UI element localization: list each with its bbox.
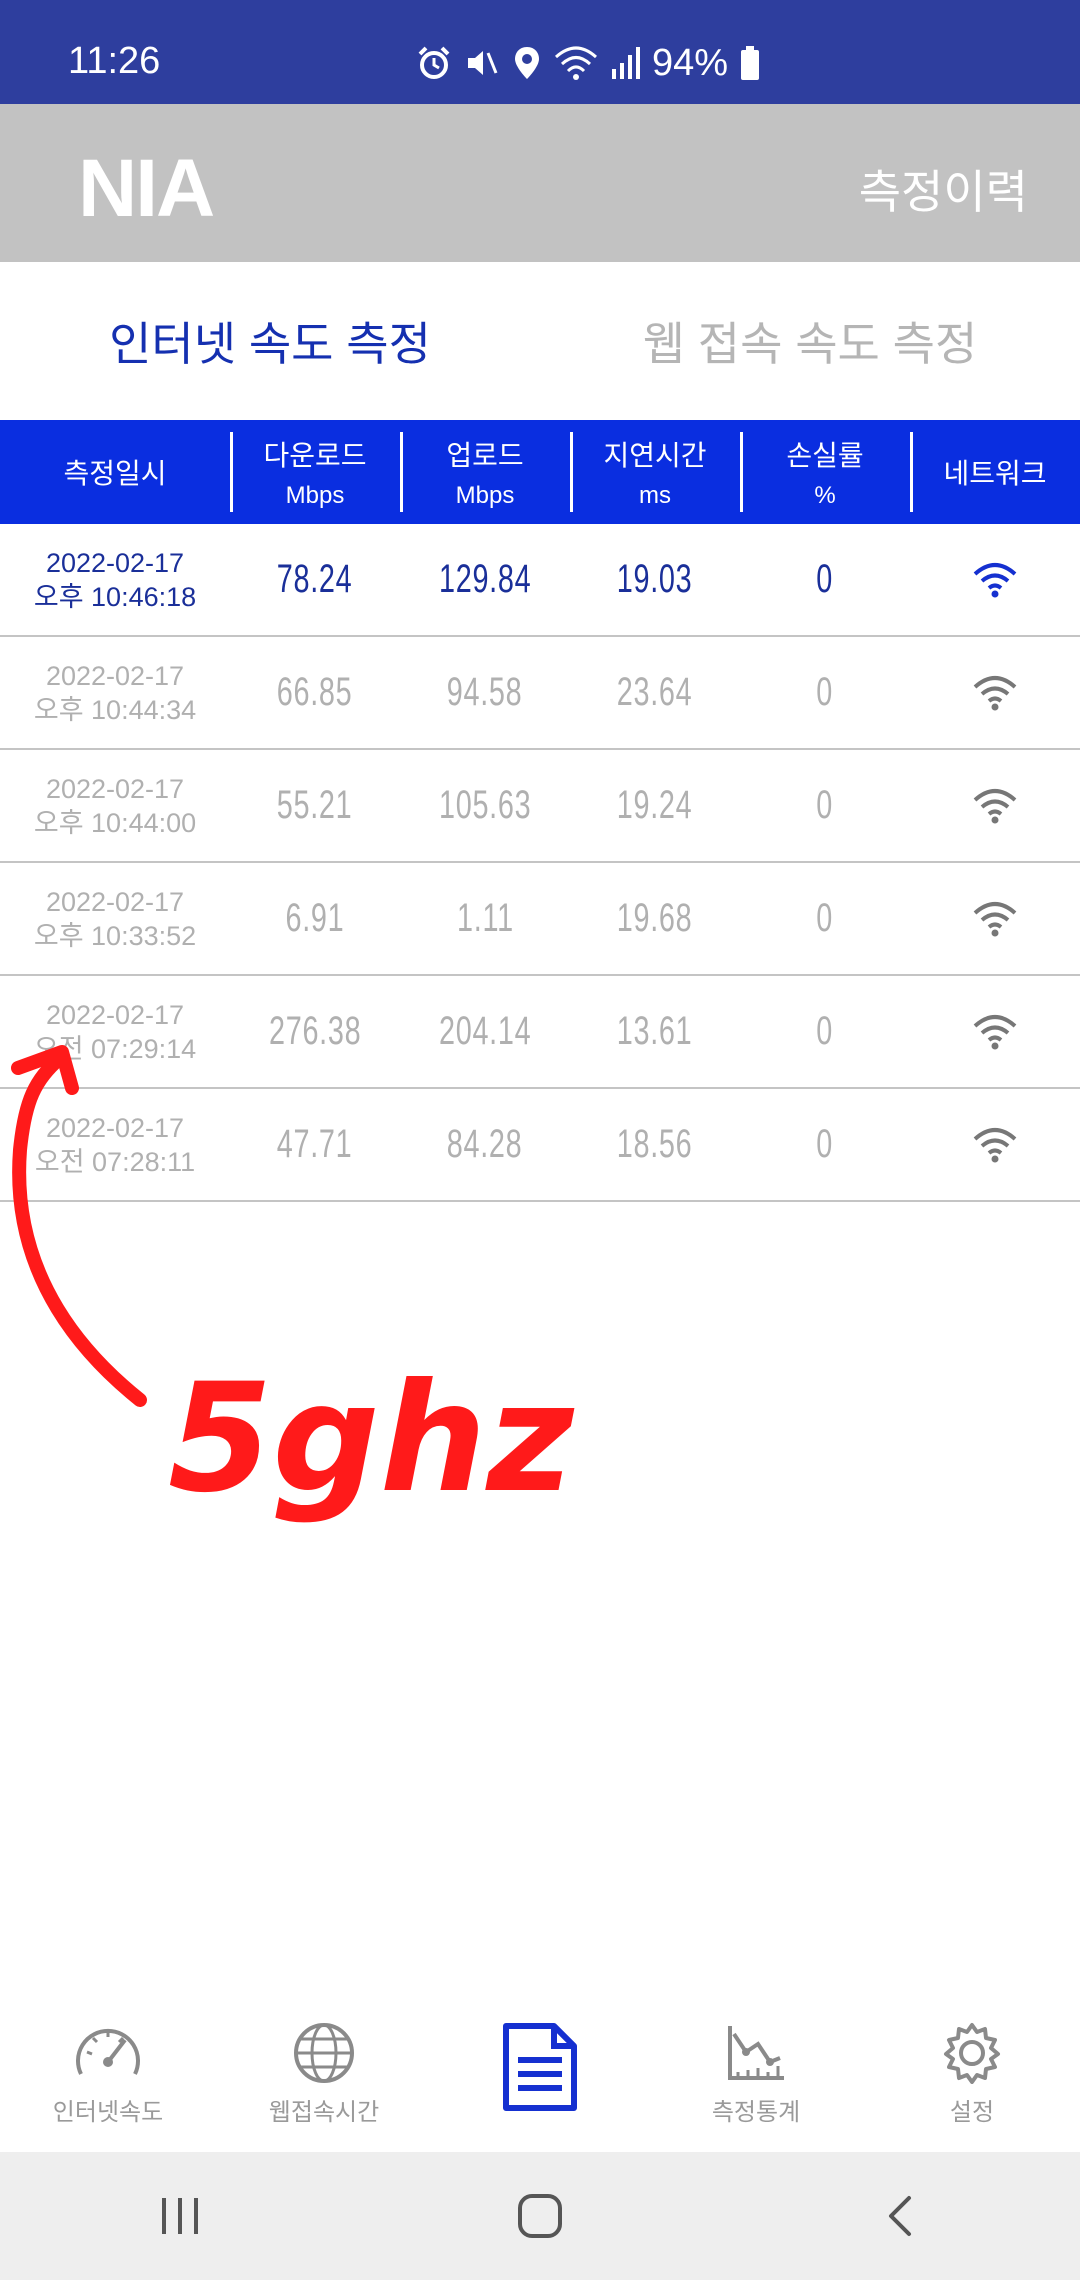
table-row[interactable]: 2022-02-17 오후 10:44:00 55.21 105.63 19.2…	[0, 750, 1080, 863]
row-loss: 0	[816, 896, 834, 940]
bottom-nav: 인터넷속도 웹접속시간 측정통계 설정	[0, 2010, 1080, 2152]
row-network	[910, 750, 1080, 861]
gear-icon	[944, 2023, 1000, 2084]
tab-internet-speed[interactable]: 인터넷 속도 측정	[0, 262, 540, 420]
column-header-upload: 업로드 Mbps	[400, 420, 570, 524]
document-icon	[503, 2023, 577, 2111]
row-latency: 19.24	[617, 783, 693, 827]
nav-label: 인터넷속도	[52, 2099, 164, 2126]
row-network	[910, 1089, 1080, 1200]
row-network	[910, 637, 1080, 748]
signal-icon	[612, 47, 640, 79]
back-button[interactable]	[840, 2176, 960, 2256]
column-header-loss: 손실률 %	[740, 420, 910, 524]
nav-label: 웹접속시간	[268, 2099, 380, 2126]
nav-settings[interactable]: 설정	[864, 2010, 1080, 2152]
page-title: 측정이력	[858, 166, 1028, 218]
row-network	[910, 976, 1080, 1087]
system-nav-bar	[0, 2152, 1080, 2280]
table-row[interactable]: 2022-02-17 오후 10:33:52 6.91 1.11 19.68 0	[0, 863, 1080, 976]
mute-icon	[468, 51, 498, 75]
nav-label: 설정	[949, 2099, 995, 2126]
row-upload: 1.11	[456, 896, 514, 940]
row-datetime: 2022-02-17 오후 10:44:00	[33, 773, 197, 838]
row-download: 6.91	[285, 896, 345, 940]
app-logo: NIA	[78, 143, 215, 234]
row-latency: 19.03	[617, 557, 693, 601]
column-header-network: 네트워크	[910, 420, 1080, 524]
column-header-datetime: 측정일시	[63, 458, 167, 489]
status-bar: 11:26 94%	[0, 0, 1080, 104]
row-loss: 0	[816, 1122, 834, 1166]
battery-icon	[741, 46, 760, 80]
row-upload: 94.58	[447, 670, 523, 714]
home-icon	[518, 2194, 562, 2238]
wifi-icon	[554, 46, 598, 80]
row-datetime: 2022-02-17 오후 10:44:34	[33, 660, 197, 725]
annotation-text: 5ghz	[168, 1352, 575, 1526]
row-upload: 129.84	[438, 557, 532, 601]
row-loss: 0	[816, 1009, 834, 1053]
chart-icon	[728, 2026, 784, 2080]
table-header: 측정일시 다운로드 Mbps 업로드 Mbps 지연시간 ms 손실률 % 네트…	[0, 420, 1080, 524]
row-datetime: 2022-02-17 오후 10:33:52	[33, 886, 197, 951]
row-network	[910, 524, 1080, 635]
wifi-icon	[973, 901, 1017, 936]
tab-web-speed[interactable]: 웹 접속 속도 측정	[540, 262, 1080, 420]
row-latency: 19.68	[617, 896, 693, 940]
nav-statistics[interactable]: 측정통계	[648, 2010, 864, 2152]
row-download: 66.85	[277, 670, 353, 714]
home-button[interactable]	[480, 2176, 600, 2256]
battery-percent: 94%	[652, 41, 729, 84]
annotation-arrow-5ghz: 5ghz	[11, 1045, 575, 1526]
table-row[interactable]: 2022-02-17 오후 10:44:34 66.85 94.58 23.64…	[0, 637, 1080, 750]
column-header-latency: 지연시간 ms	[570, 420, 740, 524]
speedometer-icon	[76, 2029, 140, 2075]
row-network	[910, 863, 1080, 974]
wifi-icon	[973, 675, 1017, 710]
row-loss: 0	[816, 670, 834, 714]
row-download: 78.24	[277, 557, 353, 601]
app-header: NIA 측정이력	[0, 104, 1080, 262]
tab-bar: 인터넷 속도 측정 웹 접속 속도 측정	[0, 262, 1080, 420]
back-icon	[889, 2196, 911, 2236]
table-row[interactable]: 2022-02-17 오후 10:46:18 78.24 129.84 19.0…	[0, 524, 1080, 637]
recent-apps-icon	[162, 2198, 198, 2234]
nav-web-time[interactable]: 웹접속시간	[216, 2010, 432, 2152]
wifi-icon	[973, 1127, 1017, 1162]
column-header-download: 다운로드 Mbps	[230, 420, 400, 524]
nav-internet-speed[interactable]: 인터넷속도	[0, 2010, 216, 2152]
nav-history[interactable]	[432, 2010, 648, 2152]
wifi-icon	[973, 788, 1017, 823]
nav-label: 측정통계	[711, 2099, 801, 2126]
row-upload: 105.63	[438, 783, 532, 827]
wifi-icon	[973, 1014, 1017, 1049]
row-loss: 0	[816, 557, 834, 601]
wifi-icon	[973, 562, 1017, 597]
globe-icon	[294, 2023, 354, 2083]
status-icons: 94%	[416, 40, 760, 86]
row-latency: 23.64	[617, 670, 693, 714]
alarm-icon	[418, 46, 450, 79]
location-icon	[515, 47, 539, 79]
status-time: 11:26	[68, 40, 161, 82]
recent-apps-button[interactable]	[120, 2176, 240, 2256]
row-loss: 0	[816, 783, 834, 827]
row-datetime: 2022-02-17 오후 10:46:18	[33, 547, 197, 612]
row-download: 55.21	[277, 783, 353, 827]
